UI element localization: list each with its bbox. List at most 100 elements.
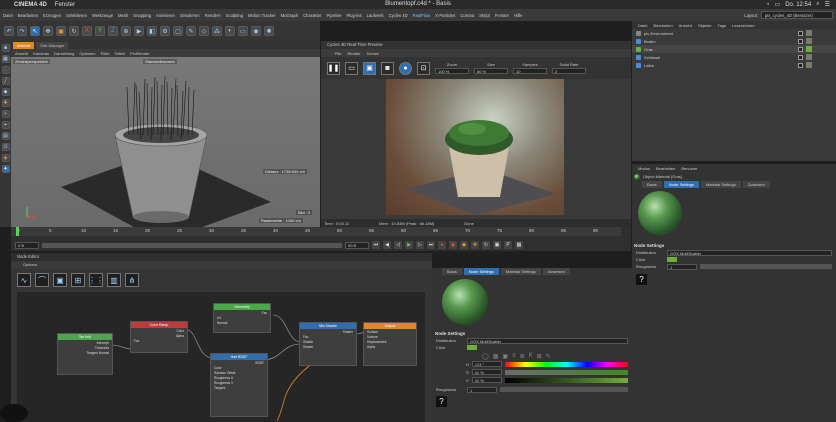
layout-dropdown[interactable]: pix_cycles_4D (Benutzer) [761,11,833,19]
attr-menu-bearbeiten[interactable]: Bearbeiten [656,166,675,171]
region-icon[interactable]: ▭ [345,61,358,75]
size-field[interactable]: 80 % [474,68,508,74]
ns-roughness-slider[interactable] [500,387,628,392]
material-tag-icon[interactable] [806,54,812,60]
tab-sub-manager[interactable]: Sub-Manager [36,41,69,49]
attr-roughness-field[interactable]: 1 [667,263,697,270]
node-port[interactable]: Tangent [211,385,267,390]
deformer-icon[interactable]: ◐ [225,26,235,36]
coord-system-icon[interactable]: ⊕ [121,26,131,36]
render-preview-image[interactable] [386,79,564,215]
grid-layout-icon[interactable]: ⊞ [71,273,85,287]
live-select-icon[interactable]: ↖ [30,26,40,36]
end-frame-field[interactable]: 90 B [345,241,369,249]
om-menu-bearbeiten[interactable]: Bearbeiten [653,23,672,28]
menu-mesh[interactable]: Mesh [118,13,128,18]
menu-sculpting[interactable]: Sculpting [226,13,243,18]
tweak-mode-icon[interactable]: ✧ [1,110,10,118]
menu-selektieren[interactable]: Selektieren [66,13,87,18]
eyedropper-icon[interactable]: ✎ [546,353,551,360]
undo-icon[interactable]: ↶ [4,26,14,36]
object-row[interactable]: pix-Environment [632,29,836,37]
visibility-toggle[interactable] [798,54,803,60]
tree-icon[interactable]: ⋔ [125,273,139,287]
tag-icon[interactable] [806,30,812,36]
visibility-toggle[interactable] [798,38,803,44]
menu-motion-tracker[interactable]: Motion Tracker [248,13,276,18]
menu-fenster[interactable]: Fenster [55,2,75,8]
tab-node-settings[interactable]: Node Settings [663,181,699,188]
menu-corona[interactable]: Corona [460,13,474,18]
attr-menu-modus[interactable]: Modus [638,166,650,171]
start-frame-field[interactable]: 0 B [15,241,39,249]
ns-s-slider[interactable] [504,369,628,375]
attr-distribution-dropdown[interactable]: GGX MultiScatter [667,249,832,256]
frame-icon[interactable]: ▣ [53,273,67,287]
vp-menu-kameras[interactable]: Kameras [33,51,49,56]
model-mode-icon[interactable]: ■ [1,44,10,52]
cube-icon[interactable]: ▢ [173,26,183,36]
om-menu-objekte[interactable]: Objekte [698,23,712,28]
autokey-icon[interactable]: ◉ [449,241,457,249]
points-mode-icon[interactable]: ∴ [1,66,10,74]
vp-menu-filter[interactable]: Filter [101,51,110,56]
prev-key-icon[interactable]: ◀ [383,241,391,249]
app-name[interactable]: CINEMA 4D [14,2,47,8]
tab-zuweisen[interactable]: Zuweisen [742,181,770,188]
y-axis-icon[interactable]: Y [95,26,105,36]
solo-icon[interactable]: ◈ [1,154,10,162]
zoom-field[interactable]: 100 % [435,68,469,74]
rotate-icon[interactable]: ↻ [69,26,79,36]
zoom-fit-icon[interactable]: ⊡ [417,61,430,75]
node-editor-options[interactable]: Options [11,261,432,269]
subd-rate-field[interactable]: 2 [552,68,586,74]
ns-v-slider[interactable] [504,377,628,383]
z-axis-icon[interactable]: Z [108,26,118,36]
om-menu-datei[interactable]: Datei [638,23,647,28]
timeline-ruler[interactable]: 0 5 10 15 20 25 30 35 40 45 50 55 60 65 … [11,227,621,236]
menu-werkzeuge[interactable]: Werkzeuge [92,13,113,18]
visibility-toggle[interactable] [798,46,803,52]
vp-menu-optionen[interactable]: Optionen [79,51,95,56]
help-icon[interactable]: ? [636,274,647,285]
rotate-key-icon[interactable]: ↻ [482,241,490,249]
node-port[interactable]: Shader [300,344,356,349]
playhead[interactable] [16,227,19,236]
x-axis-icon[interactable]: X [82,26,92,36]
render-view-icon[interactable]: ▶ [134,26,144,36]
node-output[interactable]: Output Surface Volume Displacement Alpha [363,322,417,366]
material-tag-icon[interactable] [806,38,812,44]
preview-menu-render[interactable]: Render [347,51,360,56]
node-port[interactable]: Alpha [364,344,416,349]
node-canvas[interactable]: Tex Info Intercept Thickness Tangent Nor… [17,292,425,422]
tab-basis[interactable]: Basis [642,181,662,188]
move-icon[interactable]: ✥ [43,26,53,36]
preview-menu-file[interactable]: File [335,51,341,56]
node-geometry[interactable]: Geometry Fac UV Normal [213,303,271,333]
object-row[interactable]: Lathe [632,61,836,69]
pla-key-icon[interactable]: ▦ [515,241,523,249]
snap-icon[interactable]: ⌖ [1,121,10,129]
scale-key-icon[interactable]: ▣ [493,241,501,249]
node-color-ramp[interactable]: Color Ramp Color Alpha Fac [130,321,188,353]
rgb-icon[interactable]: ≡ [512,353,516,359]
render-picture-icon[interactable]: ◧ [147,26,157,36]
ns-color-swatch[interactable] [467,345,477,350]
node-mix-shader[interactable]: Mix Shader Shader Fac Shader Shader [299,322,357,366]
search-icon[interactable]: ⌕ [816,1,819,8]
menu-xparticles[interactable]: X-Particles [435,13,455,18]
swatches-icon[interactable]: ⊞ [537,353,542,360]
menu-plugins[interactable]: Plug-ins [346,13,361,18]
menu-simulieren[interactable]: Simulieren [180,13,200,18]
visibility-toggle[interactable] [798,30,803,36]
edges-mode-icon[interactable]: ╱ [1,77,10,85]
object-row[interactable]: Gras [632,45,836,53]
paint-icon[interactable]: ✦ [1,165,10,173]
menu-cycles4d[interactable]: Cycles 4D [389,13,408,18]
ns-s-field[interactable]: 41 % [471,369,502,375]
pen-icon[interactable]: ✎ [186,26,196,36]
display-icon[interactable]: ▣ [363,61,376,75]
vp-menu-prorender[interactable]: ProRender [130,51,149,56]
redo-icon[interactable]: ↷ [17,26,27,36]
visibility-toggle[interactable] [798,62,803,68]
